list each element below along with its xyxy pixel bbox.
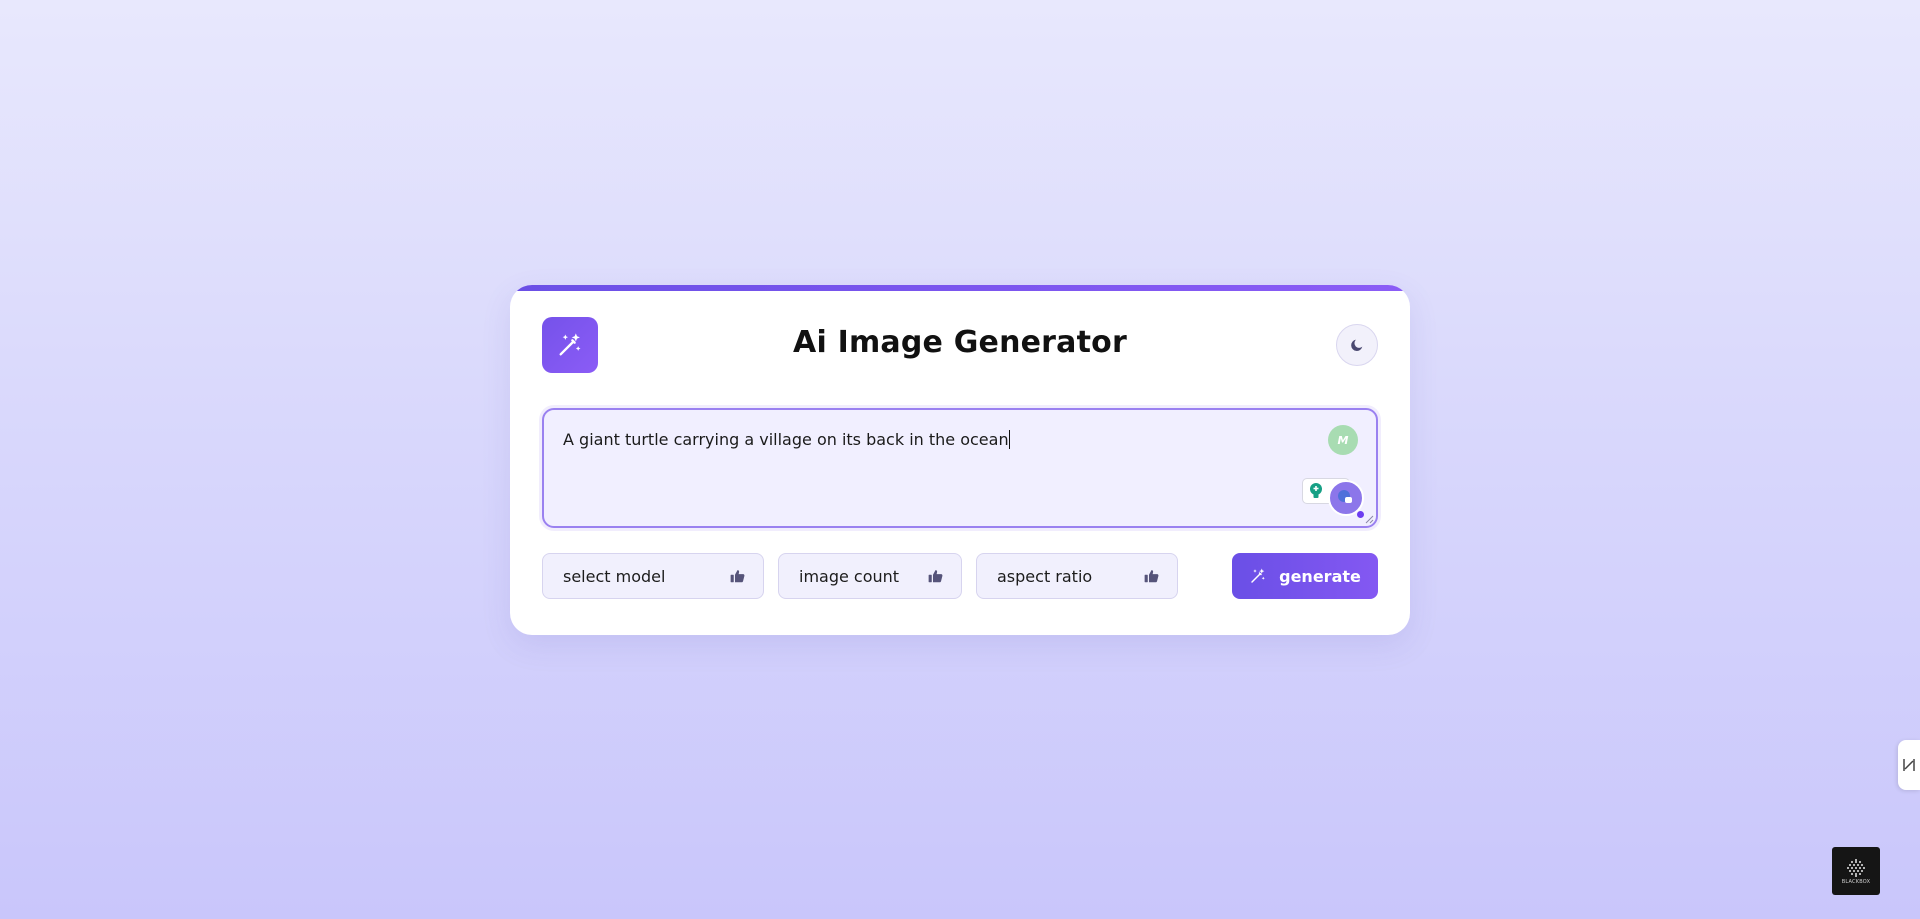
hand-icon xyxy=(1338,490,1352,503)
status-dot xyxy=(1357,511,1364,518)
generate-button[interactable]: generate xyxy=(1232,553,1378,599)
prompt-value: A giant turtle carrying a village on its… xyxy=(563,430,1009,449)
image-count-select[interactable]: image count xyxy=(778,553,962,599)
model-select[interactable]: select model xyxy=(542,553,764,599)
extension-m-label: M xyxy=(1337,433,1349,447)
magic-wand-icon xyxy=(1251,568,1265,583)
card-accent-bar xyxy=(510,285,1410,291)
extension-m-icon[interactable]: M xyxy=(1328,425,1358,455)
thumbs-up-icon xyxy=(928,570,943,583)
theme-toggle-button[interactable] xyxy=(1336,324,1378,366)
page-title: Ai Image Generator xyxy=(793,325,1127,360)
moon-icon xyxy=(1351,339,1363,351)
prompt-text: A giant turtle carrying a village on its… xyxy=(563,430,1010,449)
text-caret xyxy=(1008,430,1010,449)
blackbox-logo-icon xyxy=(1847,858,1865,877)
lightbulb-icon xyxy=(1310,483,1322,498)
aspect-ratio-select-label: aspect ratio xyxy=(997,566,1093,586)
image-count-select-label: image count xyxy=(799,566,900,586)
aspect-ratio-select[interactable]: aspect ratio xyxy=(976,553,1178,599)
side-panel-tab[interactable] xyxy=(1898,740,1920,790)
blackbox-label: BLACKBOX xyxy=(1841,878,1871,885)
thumbs-up-icon xyxy=(1144,570,1159,583)
prompt-input[interactable]: A giant turtle carrying a village on its… xyxy=(542,408,1378,528)
sidebar-toggle-icon xyxy=(1903,759,1915,771)
model-select-label: select model xyxy=(563,566,666,586)
generator-card: Ai Image Generator A giant turtle carryi… xyxy=(510,285,1410,635)
thumbs-up-icon xyxy=(730,570,745,583)
generate-button-label: generate xyxy=(1279,566,1361,586)
resize-handle-icon[interactable] xyxy=(1365,515,1374,524)
blackbox-badge[interactable]: BLACKBOX xyxy=(1832,847,1880,895)
